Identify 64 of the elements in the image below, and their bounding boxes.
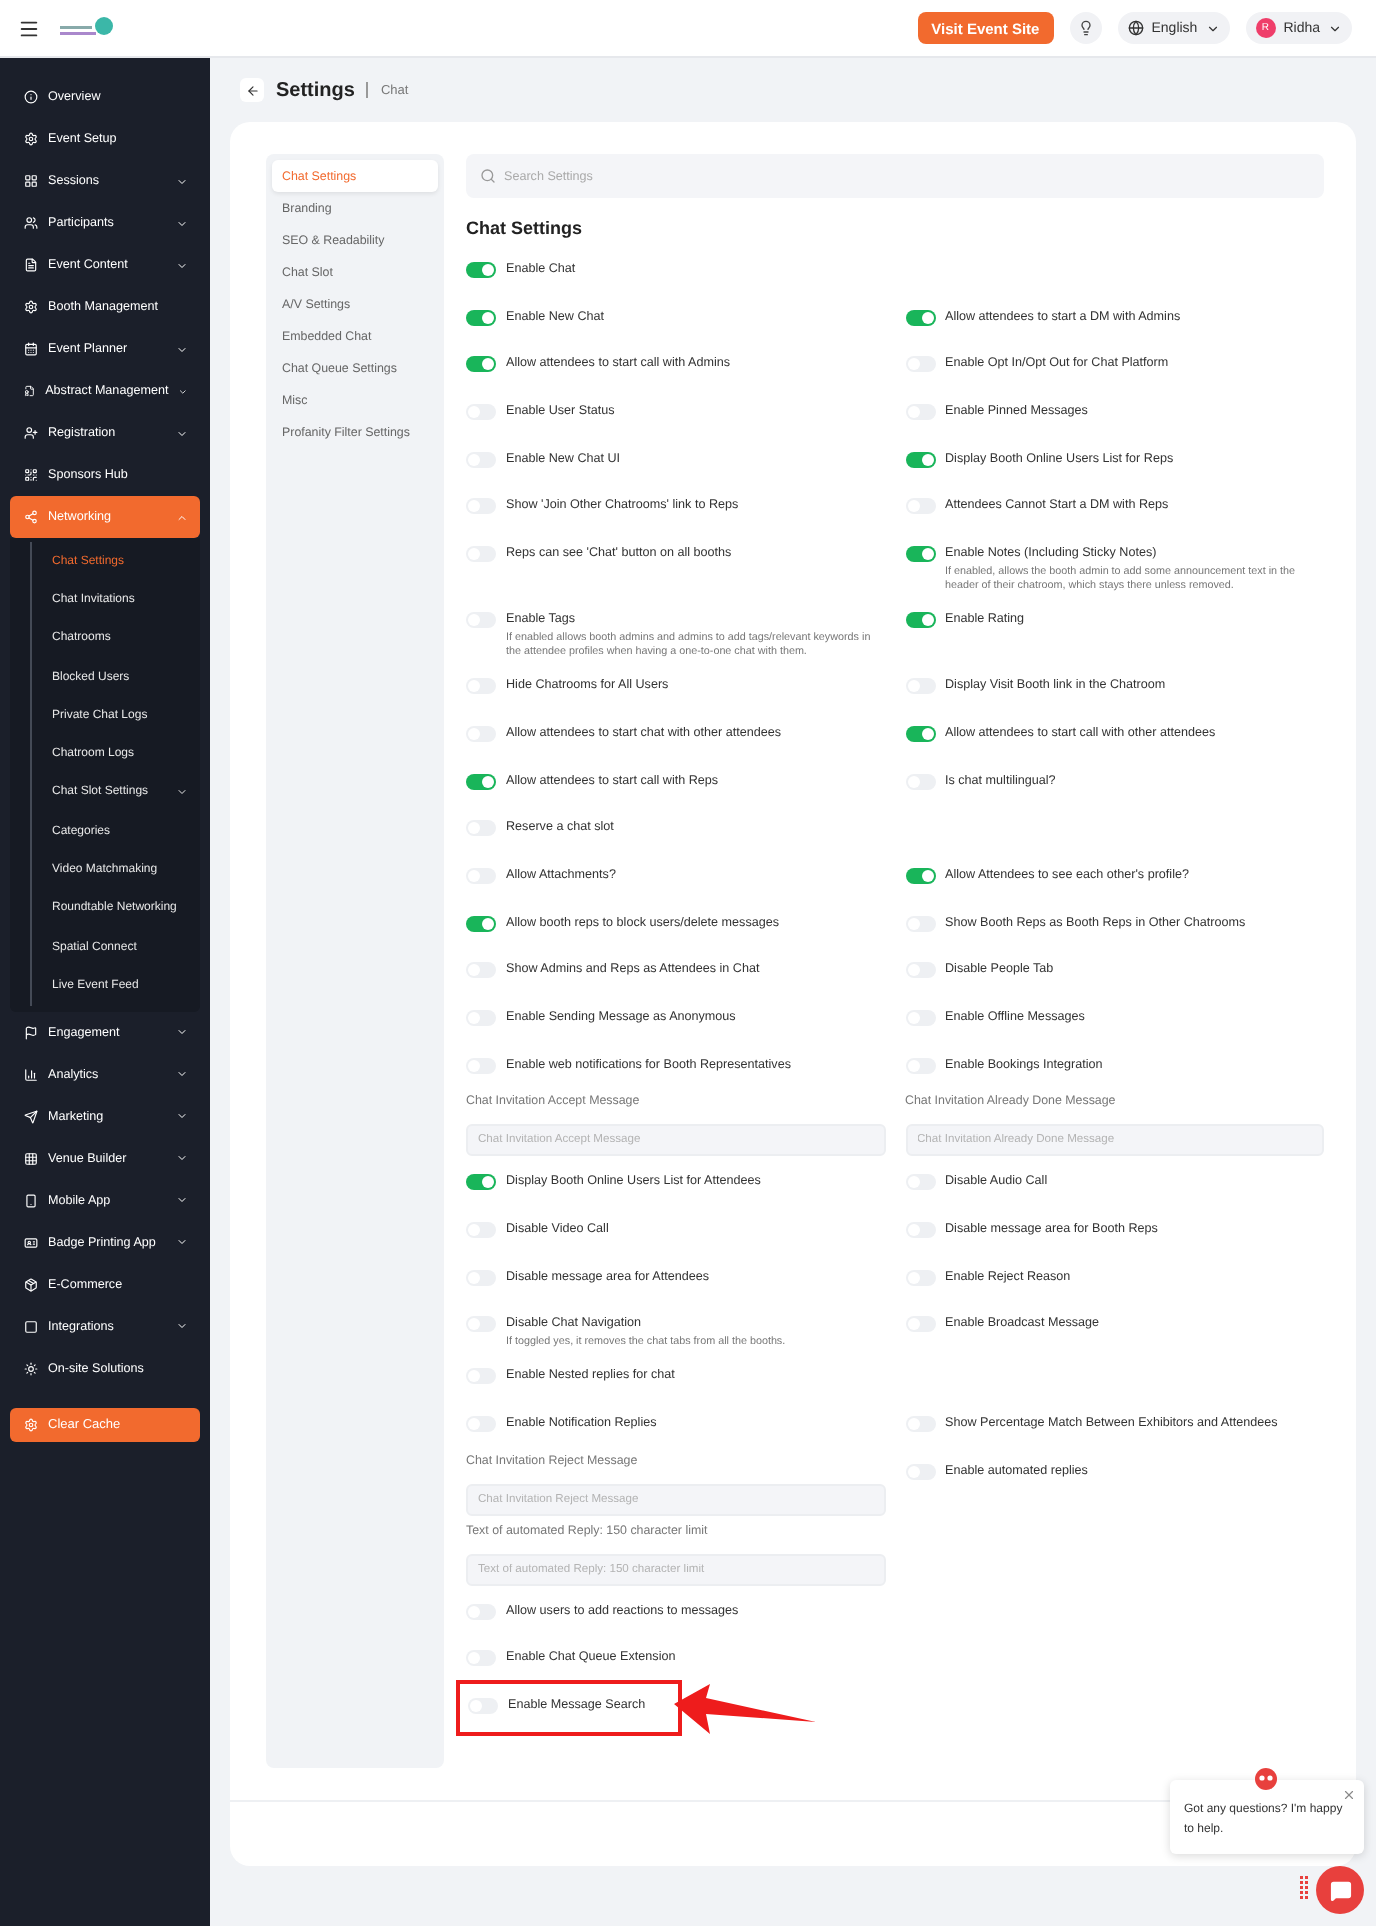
send-icon [24, 1109, 38, 1124]
square-icon [24, 1319, 38, 1334]
globe-icon [1127, 20, 1144, 36]
document-icon [24, 384, 36, 398]
grid-icon [24, 174, 38, 188]
toggle-switch[interactable] [466, 262, 496, 278]
chevron-icon [176, 511, 188, 523]
close-button[interactable] [1342, 1788, 1356, 1802]
box-icon [24, 1277, 38, 1292]
toggle-switch[interactable] [905, 867, 935, 884]
chat-launcher-button[interactable] [1316, 1866, 1364, 1914]
chevron-icon [1328, 21, 1342, 35]
toggle-switch[interactable] [905, 546, 935, 563]
toggle-switch[interactable] [466, 356, 496, 373]
toggle-switch[interactable] [905, 612, 935, 629]
bar-chart-icon [24, 1067, 38, 1082]
chevron-icon [176, 343, 188, 355]
chevron-icon [176, 1320, 188, 1333]
chevron-icon [176, 1152, 188, 1165]
info-icon [24, 90, 38, 104]
close-icon [1342, 1788, 1356, 1802]
sun-icon [24, 1361, 38, 1376]
toggle-switch[interactable] [905, 451, 935, 468]
toggle-switch[interactable] [905, 725, 935, 742]
gear-icon [24, 1417, 38, 1432]
back-arrow-icon [245, 83, 259, 97]
drag-handle-icon[interactable] [1300, 1876, 1308, 1900]
badge-icon [24, 1235, 38, 1250]
document-icon [24, 258, 38, 272]
chevron-icon [176, 427, 188, 439]
toggle-switch[interactable] [905, 309, 935, 326]
chevron-icon [176, 175, 188, 187]
chevron-icon [176, 259, 188, 271]
lightbulb-icon [1077, 20, 1094, 36]
people-icon [24, 216, 38, 230]
toggle-switch[interactable] [466, 915, 496, 932]
chevron-icon [1205, 21, 1220, 35]
chat-bubble-icon [1329, 1879, 1351, 1901]
toggle-switch[interactable] [466, 1174, 496, 1191]
chevron-icon [176, 1026, 188, 1039]
qr-icon [24, 468, 38, 482]
chevron-icon [178, 385, 188, 397]
menu-icon[interactable] [18, 17, 40, 39]
chevron-icon [176, 1068, 188, 1081]
chevron-icon [176, 786, 188, 799]
chevron-icon [176, 217, 188, 229]
gear-icon [24, 300, 38, 314]
share-icon [24, 510, 38, 524]
back-button[interactable] [240, 78, 264, 102]
section-title: Chat Settings [466, 218, 585, 238]
grid-icon [24, 1151, 38, 1166]
toggle-switch[interactable] [466, 309, 496, 326]
toggle-switch[interactable] [466, 773, 496, 789]
gear-icon [24, 132, 38, 146]
flag-icon [24, 1025, 38, 1040]
page-title: Settings [276, 79, 355, 101]
calendar-icon [24, 342, 38, 356]
logo-icon [56, 15, 116, 41]
chevron-icon [176, 1194, 188, 1207]
chevron-icon [176, 1110, 188, 1123]
user-plus-icon [24, 426, 38, 440]
phone-icon [24, 1193, 38, 1208]
lightbulb-button[interactable] [1069, 12, 1102, 44]
chevron-icon [176, 1236, 188, 1249]
